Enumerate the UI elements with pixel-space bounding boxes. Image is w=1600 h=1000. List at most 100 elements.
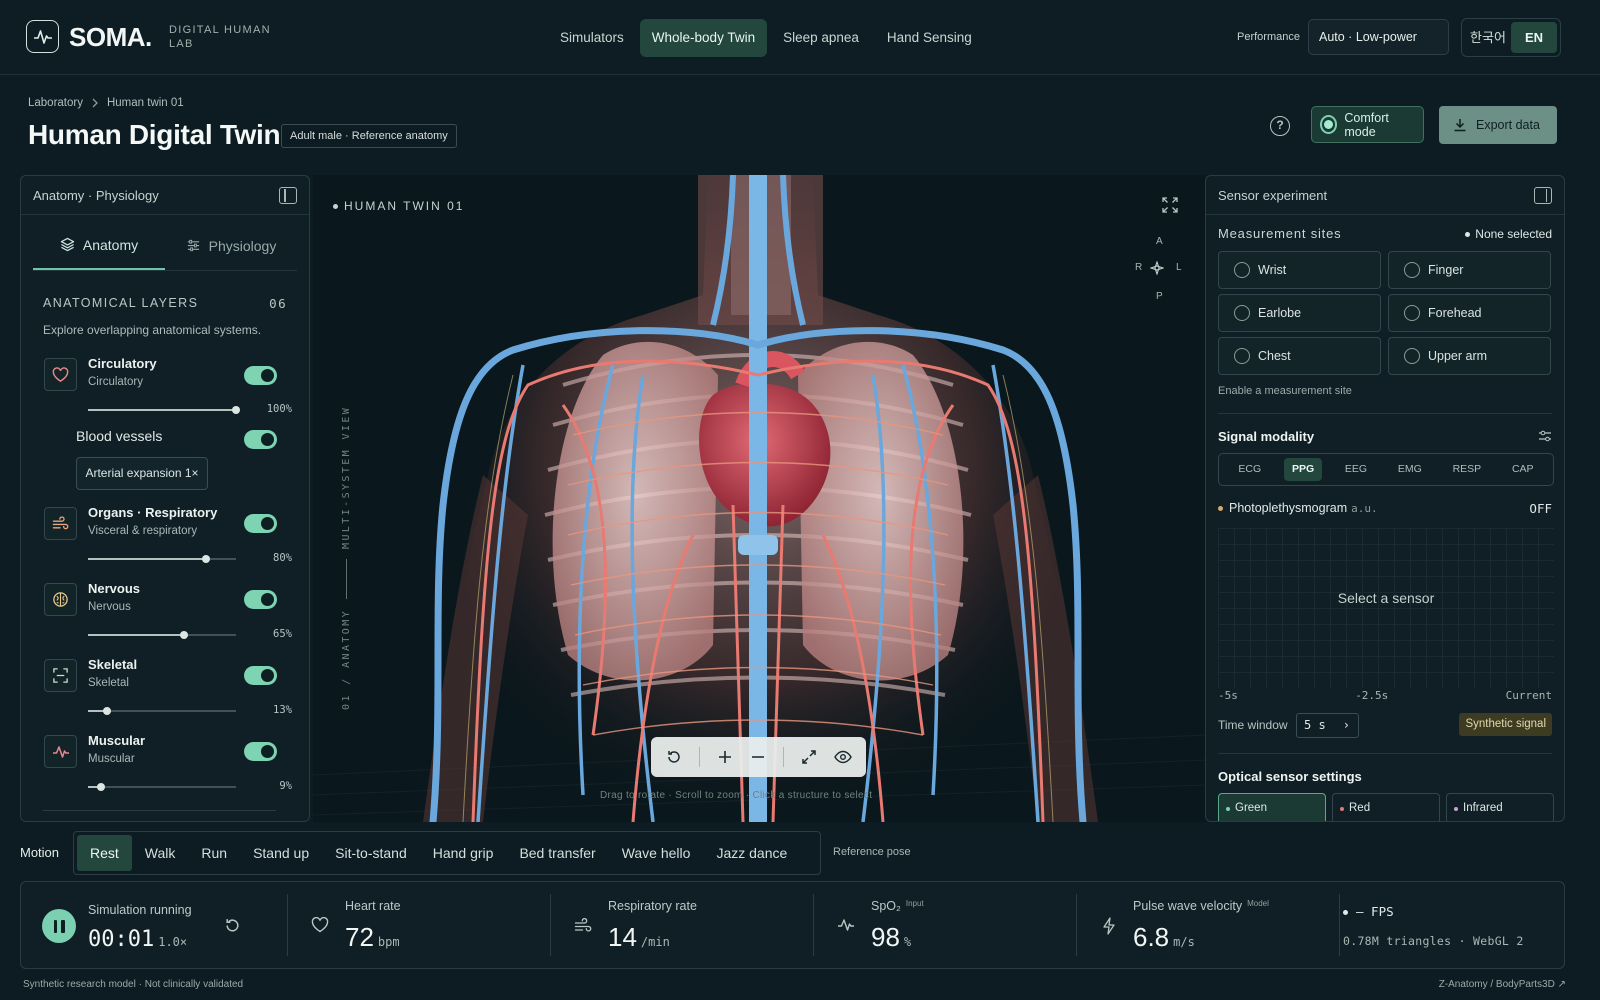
motion-wave-hello[interactable]: Wave hello	[609, 835, 704, 871]
measurement-sites-status: None selected	[1465, 227, 1552, 241]
blood-vessels-toggle[interactable]	[244, 430, 277, 449]
optical-green[interactable]: Green	[1218, 793, 1326, 821]
site-earlobe[interactable]: Earlobe	[1218, 294, 1381, 332]
opacity-slider[interactable]	[88, 406, 240, 414]
layer-toggle[interactable]	[244, 742, 277, 761]
help-icon[interactable]: ?	[1270, 116, 1290, 136]
orientation-compass[interactable]: A R L P	[1131, 236, 1182, 306]
3d-viewport[interactable]	[313, 175, 1206, 822]
site-forehead[interactable]: Forehead	[1388, 294, 1551, 332]
restart-icon[interactable]	[224, 917, 241, 934]
opacity-slider[interactable]	[88, 555, 236, 563]
radio-off-icon	[1404, 305, 1420, 321]
motion-hand-grip[interactable]: Hand grip	[420, 835, 507, 871]
heart-rate-value: 72 bpm	[345, 922, 400, 952]
nav-hand-sensing[interactable]: Hand Sensing	[875, 19, 984, 57]
motion-stand-up[interactable]: Stand up	[240, 835, 322, 871]
zoom-in-icon[interactable]	[717, 749, 733, 765]
visibility-eye-icon[interactable]	[833, 750, 852, 764]
modality-resp[interactable]: RESP	[1445, 458, 1490, 481]
chevron-right-icon: ›	[1342, 718, 1350, 732]
layer-toggle[interactable]	[244, 590, 277, 609]
modality-eeg[interactable]: EEG	[1337, 458, 1375, 481]
site-finger[interactable]: Finger	[1388, 251, 1551, 289]
filter-settings-icon[interactable]	[1538, 429, 1552, 443]
opacity-slider[interactable]	[88, 707, 236, 715]
motion-bed-transfer[interactable]: Bed transfer	[506, 835, 608, 871]
reset-view-icon[interactable]	[666, 749, 682, 765]
signal-header: Photoplethysmogram a.u. OFF	[1218, 501, 1552, 516]
modality-emg[interactable]: EMG	[1390, 458, 1430, 481]
enable-site-hint: Enable a measurement site	[1218, 385, 1352, 397]
tab-physiology[interactable]: Physiology	[165, 221, 297, 270]
site-upper-arm[interactable]: Upper arm	[1388, 337, 1551, 375]
simulation-status: Simulation running	[88, 903, 192, 917]
export-data-label: Export data	[1476, 118, 1540, 132]
layer-toggle[interactable]	[244, 366, 277, 385]
motion-run[interactable]: Run	[188, 835, 240, 871]
performance-select[interactable]: Auto · Low-power	[1308, 19, 1449, 55]
opacity-slider[interactable]	[88, 783, 236, 791]
motion-label: Motion	[20, 845, 60, 860]
fullscreen-icon[interactable]	[1162, 197, 1178, 213]
sidebar-collapse-icon[interactable]	[279, 186, 297, 204]
modality-ppg[interactable]: PPG	[1283, 458, 1323, 481]
top-bar: SOMA. DIGITAL HUMAN LAB Simulators Whole…	[0, 0, 1600, 75]
wind-icon	[574, 918, 592, 934]
breadcrumb-laboratory[interactable]: Laboratory	[28, 97, 83, 109]
site-wrist[interactable]: Wrist	[1218, 251, 1381, 289]
simulation-time: 00:01 1.0×	[88, 927, 188, 952]
opacity-slider[interactable]	[88, 631, 236, 639]
motion-rest[interactable]: Rest	[77, 835, 132, 871]
download-icon	[1453, 118, 1467, 132]
viewport-label: HUMAN TWIN 01	[333, 199, 464, 213]
lang-korean[interactable]: 한국어	[1465, 22, 1511, 53]
language-switch: 한국어 EN	[1461, 18, 1561, 57]
export-data-button[interactable]: Export data	[1439, 106, 1557, 144]
pause-button[interactable]	[42, 909, 76, 943]
nav-whole-body-twin[interactable]: Whole-body Twin	[639, 19, 768, 57]
layer-name: Skeletal	[88, 657, 138, 672]
layer-name: Nervous	[88, 581, 141, 596]
time-window-select[interactable]: 5 s ›	[1296, 713, 1359, 738]
tab-anatomy[interactable]: Anatomy	[33, 221, 165, 270]
optical-infrared[interactable]: Infrared	[1446, 793, 1554, 821]
optical-red[interactable]: Red	[1332, 793, 1440, 821]
motion-sit-to-stand[interactable]: Sit-to-stand	[322, 835, 420, 871]
render-info: 0.78M triangles · WebGL 2	[1343, 934, 1524, 948]
layer-subtitle: Skeletal	[88, 677, 129, 689]
comfort-mode-toggle[interactable]: Comfort mode	[1311, 106, 1424, 143]
stat-divider	[287, 894, 288, 956]
layer-subtitle: Visceral & respiratory	[88, 525, 198, 537]
lightning-icon	[1102, 917, 1116, 935]
reference-pose-label: Reference pose	[833, 846, 911, 858]
lang-english[interactable]: EN	[1511, 22, 1557, 53]
wind-icon	[44, 507, 77, 540]
graph-time-axis: -5s -2.5s Current	[1218, 689, 1552, 702]
sidebar-collapse-icon[interactable]	[1534, 186, 1552, 204]
stat-divider	[1076, 894, 1077, 956]
layer-name: Muscular	[88, 733, 146, 748]
anatomy-panel-header: Anatomy · Physiology	[21, 176, 309, 215]
brand-name[interactable]: SOMA.	[69, 22, 152, 53]
anatomy-model-render[interactable]	[313, 175, 1206, 822]
layer-toggle[interactable]	[244, 666, 277, 685]
motion-walk[interactable]: Walk	[132, 835, 189, 871]
layer-toggle[interactable]	[244, 514, 277, 533]
logo-icon[interactable]	[26, 20, 59, 53]
zoom-out-icon[interactable]	[750, 749, 766, 765]
anatomy-panel-title: Anatomy · Physiology	[33, 187, 159, 203]
site-chest[interactable]: Chest	[1218, 337, 1381, 375]
modality-cap[interactable]: CAP	[1504, 458, 1542, 481]
fit-view-icon[interactable]	[801, 749, 817, 765]
model-badge: Adult male · Reference anatomy	[281, 124, 457, 148]
motion-jazz-dance[interactable]: Jazz dance	[703, 835, 800, 871]
arterial-expansion-button[interactable]: Arterial expansion 1×	[76, 457, 208, 490]
nav-sleep-apnea[interactable]: Sleep apnea	[771, 19, 871, 57]
nav-simulators[interactable]: Simulators	[548, 19, 636, 57]
stat-divider	[550, 894, 551, 956]
respiratory-rate-value: 14/min	[608, 922, 670, 952]
tab-physiology-label: Physiology	[208, 237, 277, 254]
data-source-link[interactable]: Z-Anatomy / BodyParts3D ↗	[1439, 979, 1566, 990]
modality-ecg[interactable]: ECG	[1230, 458, 1269, 481]
